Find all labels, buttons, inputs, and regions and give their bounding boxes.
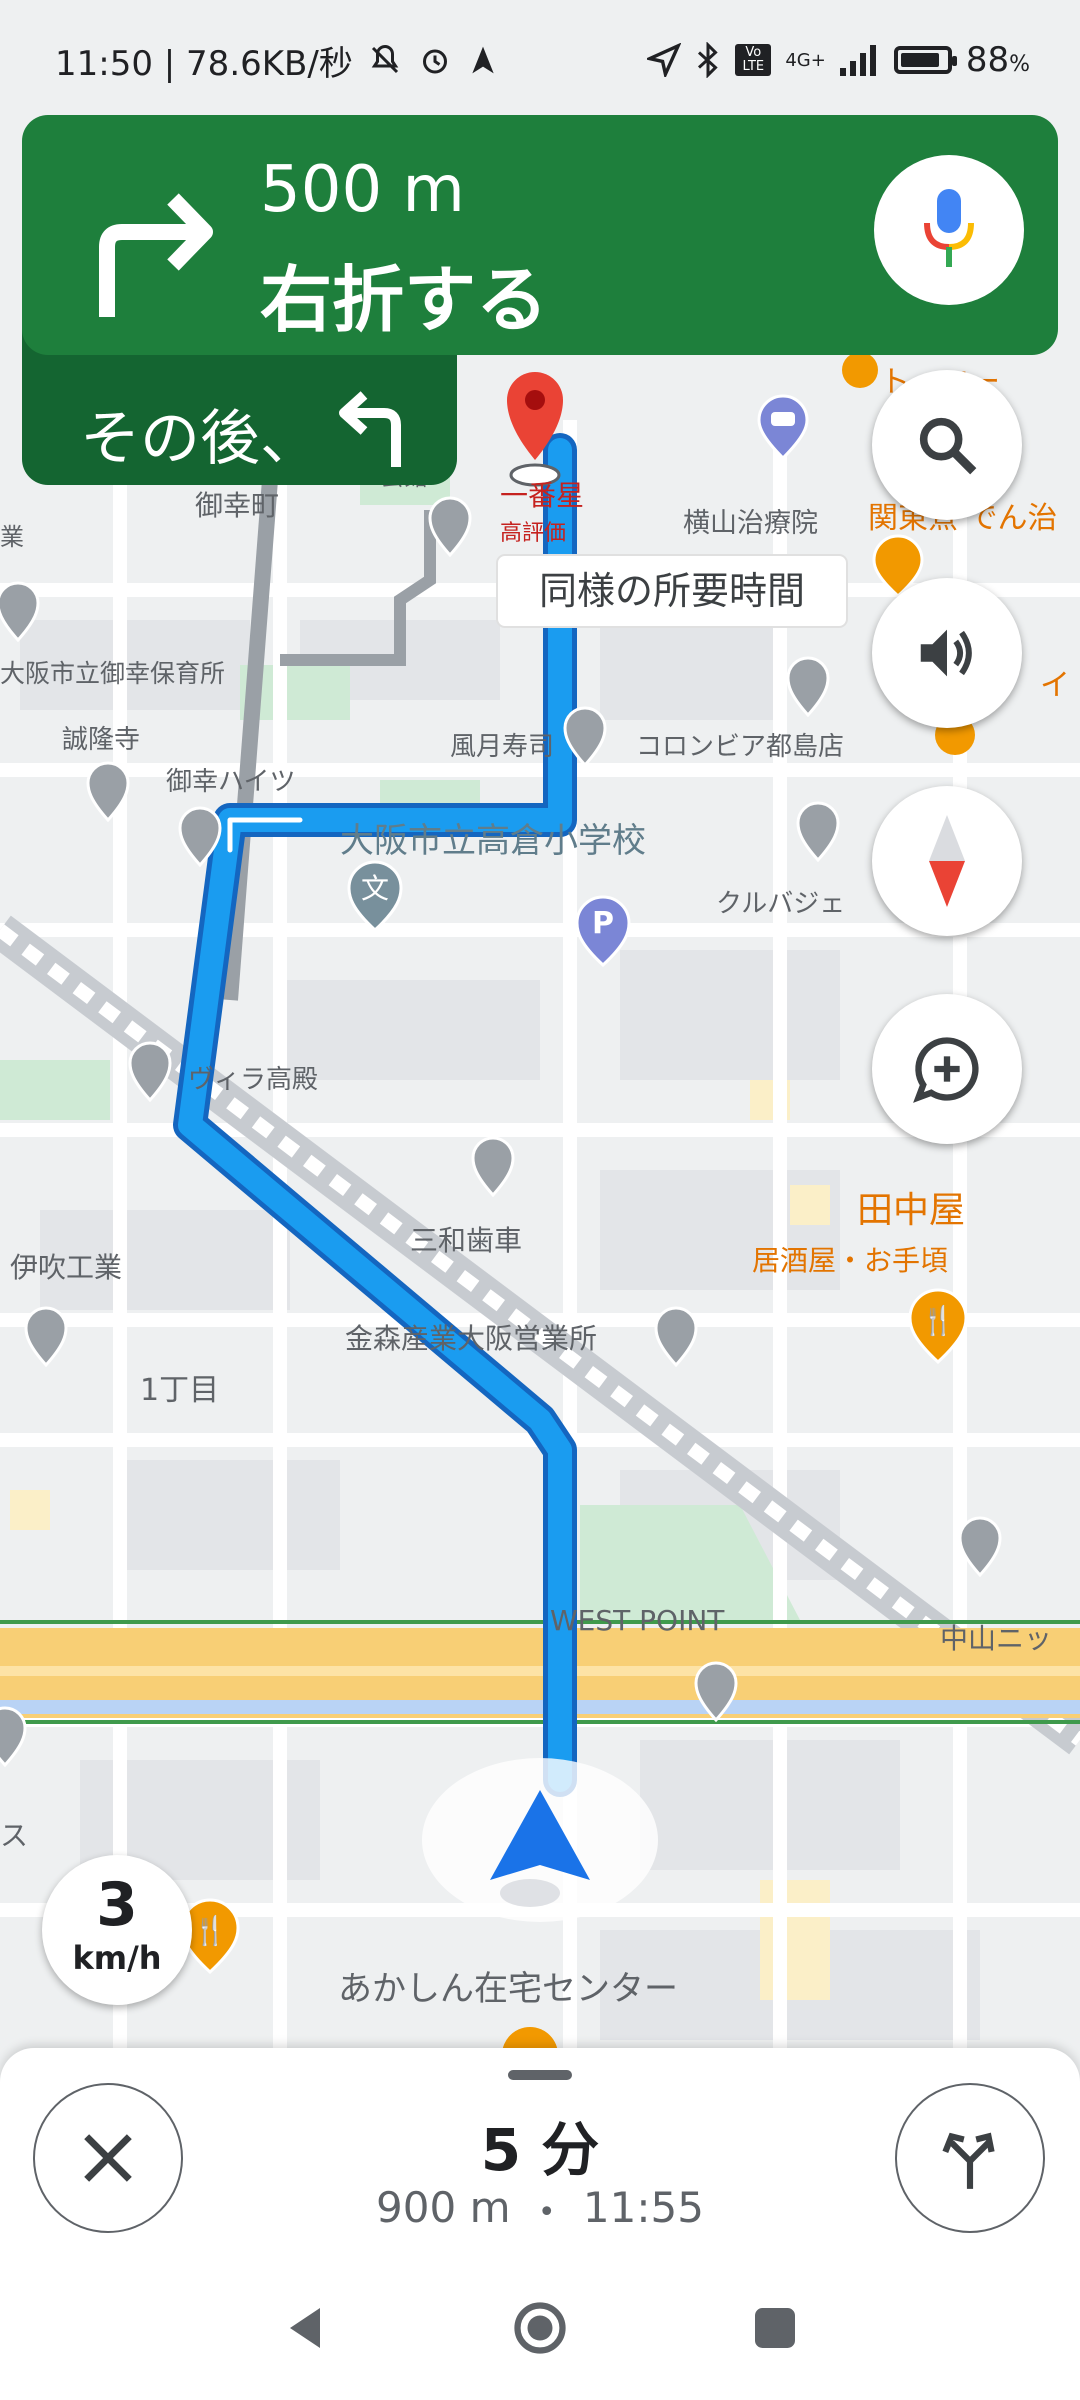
- map-label: コロンビア都島店: [636, 732, 844, 762]
- map-label: 誠隆寺: [62, 725, 140, 755]
- status-bar: 11:50 | 78.6KB/秒 Vo LTE 4G+ 88%: [0, 0, 1080, 120]
- map-label: ヴィラ高殿: [188, 1065, 318, 1095]
- mic-icon: [924, 189, 974, 267]
- map-label: 田中屋: [857, 1190, 965, 1231]
- map-label: 業: [0, 523, 24, 551]
- turn-distance: 500 m: [260, 153, 465, 227]
- compass-icon: [929, 815, 965, 907]
- map-label: 金森産業大阪営業所: [345, 1322, 597, 1355]
- map-label: 大阪市立高倉小学校: [340, 821, 646, 861]
- map-label: 御幸ハイツ: [166, 767, 295, 797]
- map-label: 一番星: [500, 479, 584, 512]
- bell-off-icon: [371, 44, 399, 74]
- recents-icon[interactable]: [745, 2298, 805, 2358]
- map-label: 中山ニッ: [940, 1622, 1052, 1655]
- battery-percent: 88: [965, 40, 1010, 80]
- turn-right-icon: [99, 193, 213, 317]
- sheet-handle[interactable]: [508, 2070, 572, 2080]
- map-label: 1丁目: [140, 1373, 219, 1408]
- report-button[interactable]: [872, 994, 1022, 1144]
- alt-route-icon: [942, 2132, 995, 2189]
- svg-text:🍴: 🍴: [921, 1304, 956, 1337]
- signal-icon: [839, 45, 876, 76]
- sound-button[interactable]: [872, 578, 1022, 728]
- svg-text:P: P: [592, 906, 614, 941]
- map-label: 御幸町: [195, 489, 279, 522]
- map-label: ス: [0, 1819, 28, 1852]
- alarm-icon: [422, 49, 447, 74]
- map-label: あかしん在宅センター: [338, 1969, 678, 2009]
- route-eta-bubble: 同様の所要時間: [496, 554, 848, 628]
- volte-badge: Vo LTE: [735, 44, 772, 76]
- network-type: 4G+: [785, 49, 826, 71]
- navigation-icon: [472, 46, 494, 74]
- map-label: 三和歯車: [410, 1224, 522, 1257]
- turn-instruction: 右折する: [260, 258, 549, 342]
- back-icon[interactable]: [275, 2298, 335, 2358]
- volume-icon: [920, 629, 972, 677]
- bluetooth-icon: [698, 42, 719, 78]
- map-label: WEST POINT: [550, 1604, 725, 1637]
- system-navigation-bar: [0, 2270, 1080, 2400]
- speed-value: 3: [96, 1870, 138, 1940]
- add-comment-icon: [913, 1037, 979, 1103]
- map-label: 横山治療院: [683, 508, 818, 539]
- turn-left-icon: [339, 391, 401, 467]
- map-label: イ: [1040, 668, 1070, 703]
- current-location-marker: [422, 1758, 658, 1922]
- svg-text:文: 文: [361, 872, 389, 905]
- battery-icon: [893, 46, 957, 74]
- search-button[interactable]: [872, 370, 1022, 520]
- speedometer: 3 km/h: [42, 1855, 192, 2005]
- map-label: 居酒屋・お手頃: [752, 1244, 948, 1277]
- status-time: 11:50 | 78.6KB/秒: [55, 43, 353, 84]
- map-label: 伊吹工業: [10, 1251, 122, 1284]
- trip-separator: •: [537, 2195, 556, 2230]
- search-icon: [919, 417, 977, 475]
- speed-unit: km/h: [72, 1939, 162, 1977]
- home-icon[interactable]: [510, 2298, 570, 2358]
- trip-distance: 900 m: [376, 2183, 511, 2232]
- voice-search-button[interactable]: [874, 155, 1024, 305]
- destination-marker: [507, 372, 563, 487]
- then-label: その後、: [80, 404, 320, 474]
- map-label: 大阪市立御幸保育所: [0, 659, 225, 688]
- arrival-time: 11:55: [582, 2183, 704, 2232]
- map-label: 風月寿司: [450, 732, 554, 762]
- alternate-routes-button[interactable]: [895, 2083, 1045, 2233]
- map-label: 高評価: [500, 521, 566, 546]
- location-icon: [647, 43, 682, 77]
- navigation-instruction-card[interactable]: 500 m 右折する: [22, 115, 1058, 355]
- svg-text:🍴: 🍴: [193, 1914, 228, 1947]
- svg-text:同様の所要時間: 同様の所要時間: [539, 569, 805, 613]
- compass-button[interactable]: [872, 786, 1022, 936]
- map-label: クルバジェ: [716, 889, 845, 919]
